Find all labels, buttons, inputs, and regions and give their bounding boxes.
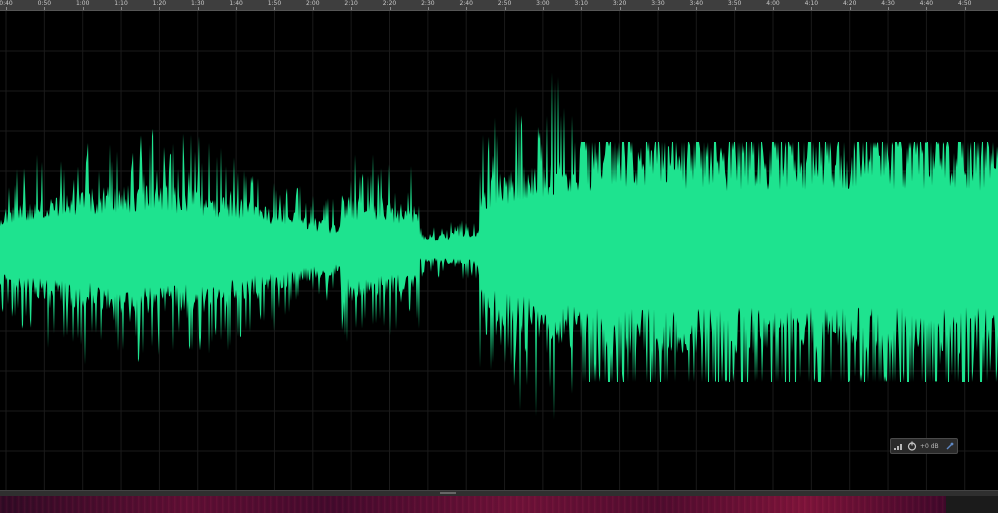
time-tick-mark	[696, 7, 698, 10]
time-tick-label: 1:30	[191, 0, 205, 7]
time-tick-mark	[581, 7, 583, 10]
time-tick-label: 3:10	[574, 0, 588, 7]
waveform-path	[0, 72, 998, 420]
waveform-display[interactable]	[0, 11, 998, 490]
time-tick-mark	[619, 7, 621, 10]
time-tick-mark	[466, 7, 468, 10]
time-tick-label: 2:10	[344, 0, 358, 7]
time-tick-label: 3:50	[727, 0, 742, 7]
time-tick-label: 3:20	[612, 0, 627, 7]
power-icon[interactable]	[907, 441, 917, 451]
time-tick-label: 2:20	[382, 0, 397, 7]
time-tick-label: 1:50	[267, 0, 282, 7]
time-tick-label: 3:40	[689, 0, 704, 7]
time-tick-mark	[657, 7, 659, 10]
waveform-svg	[0, 11, 998, 490]
time-tick-label: 4:10	[804, 0, 819, 7]
corner-panel	[946, 496, 998, 513]
time-tick-label: 2:00	[306, 0, 320, 7]
time-tick-mark	[236, 7, 238, 10]
spectral-view[interactable]	[0, 496, 946, 513]
time-tick-label: 1:10	[114, 0, 128, 7]
time-tick-label: 4:30	[881, 0, 895, 7]
time-tick-mark	[274, 7, 276, 10]
time-tick-label: 2:50	[497, 0, 512, 7]
resize-handle[interactable]	[440, 492, 456, 494]
time-tick-label: 1:20	[152, 0, 167, 7]
time-tick-mark	[773, 7, 774, 10]
time-tick-mark	[811, 7, 813, 10]
time-tick-mark	[351, 7, 353, 10]
time-tick-mark	[121, 7, 123, 10]
time-tick-label: 3:30	[651, 0, 665, 7]
time-tick-label: 2:40	[459, 0, 473, 7]
clip-gain-hud[interactable]: +0 dB	[890, 438, 958, 454]
gain-value[interactable]: +0 dB	[920, 443, 939, 450]
time-tick-mark	[44, 7, 46, 10]
time-tick-label: 3:00	[536, 0, 550, 7]
time-tick-label: 1:40	[229, 0, 243, 7]
time-tick-mark	[888, 7, 890, 10]
time-tick-label: 4:50	[958, 0, 972, 7]
time-tick-mark	[964, 7, 966, 10]
time-tick-label: 0:40	[0, 0, 13, 7]
time-ruler[interactable]: 0:40 0:50 1:00 1:10 1:20 1:30 1:40 1:50 2:00 2:10…	[0, 0, 998, 11]
pin-icon[interactable]	[946, 442, 954, 450]
time-tick-mark	[82, 7, 84, 10]
time-tick-mark	[6, 7, 7, 10]
time-tick-label: 4:00	[766, 0, 780, 7]
time-tick-label: 2:30	[421, 0, 435, 7]
spectral-texture	[0, 496, 946, 513]
time-tick-mark	[734, 7, 736, 10]
time-tick-mark	[849, 7, 851, 10]
time-tick-label: 4:20	[842, 0, 857, 7]
time-tick-mark	[159, 7, 161, 10]
time-tick-label: 1:00	[75, 0, 90, 7]
time-tick-mark	[312, 7, 314, 10]
time-tick-mark	[389, 7, 391, 10]
time-tick-mark	[926, 7, 928, 10]
meter-icon[interactable]	[894, 442, 904, 450]
time-tick-label: 4:40	[919, 0, 934, 7]
time-tick-mark	[542, 7, 544, 10]
time-tick-label: 0:50	[37, 0, 52, 7]
time-tick-mark	[427, 7, 429, 10]
time-tick-mark	[504, 7, 506, 10]
time-tick-mark	[197, 7, 199, 10]
